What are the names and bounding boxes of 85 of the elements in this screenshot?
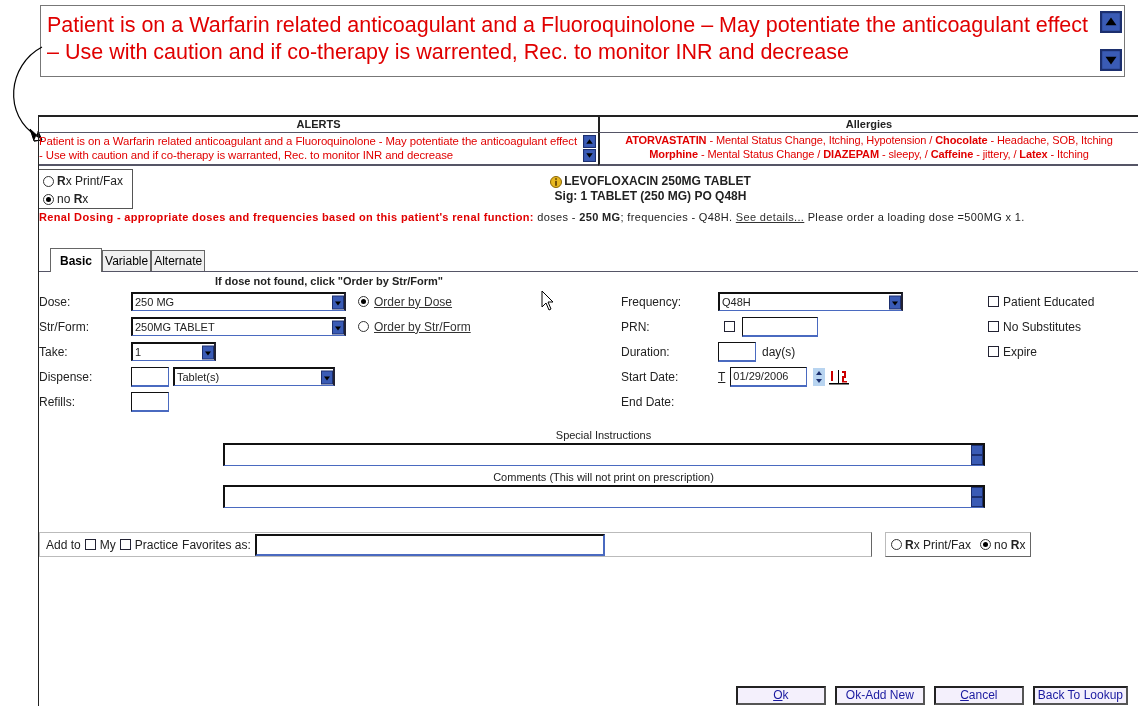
allergy-list: ATORVASTATIN - Mental Status Change, Itching, Hypotension / Chocolate - Headache, SOB, Itching <box>600 133 1138 147</box>
text-area[interactable] <box>222 443 985 466</box>
field-label: Favorites as: <box>182 537 251 552</box>
scroll-down-icon[interactable] <box>583 149 596 163</box>
radio-button[interactable] <box>891 539 902 550</box>
action-button[interactable]: Ok-Add New <box>834 686 925 705</box>
allergy-list: Morphine - Mental Status Change / DIAZEPAM - sleepy, / Caffeine - jittery, / Latex - Itching <box>600 147 1138 161</box>
quantity-field[interactable] <box>131 366 169 387</box>
field-label: Str/Form: <box>39 319 90 334</box>
checkbox-label: Patient Educated <box>1003 294 1095 309</box>
dropdown[interactable]: Q48H <box>718 292 903 311</box>
radio-button[interactable] <box>43 193 54 205</box>
radio-button[interactable] <box>358 321 369 332</box>
dropdown-arrow-icon[interactable] <box>321 369 333 385</box>
radio-label: Rx Print/Fax <box>905 537 972 552</box>
radio-button[interactable] <box>43 175 54 187</box>
checkbox-label: My <box>99 537 116 552</box>
favorites-label: Add to <box>46 537 81 552</box>
field-label: End Date: <box>621 394 676 409</box>
drug-name: LEVOFLOXACIN 250MG TABLET <box>564 174 751 189</box>
unit-label: day(s) <box>762 344 796 359</box>
action-button[interactable]: Back To Lookup <box>1032 686 1128 705</box>
checkbox[interactable] <box>988 346 999 357</box>
dropdown-arrow-icon[interactable] <box>332 319 344 335</box>
calendar-icon[interactable] <box>829 367 850 386</box>
mouse-cursor-icon <box>541 290 555 312</box>
scrollbar-icon[interactable] <box>970 487 983 507</box>
dropdown[interactable]: 250 MG <box>131 292 346 311</box>
radio-button[interactable] <box>358 296 369 307</box>
checkbox-label: Practice <box>134 537 179 552</box>
callout-text: Patient is on a Warfarin related anticoagulant and a Fluoroquinolone – May potentiate the anticoagulant effect – Use with caution and if co-therapy is warrented, Rec. to monitor INR and decrease <box>46 12 1090 66</box>
tab[interactable]: Alternate <box>151 250 206 271</box>
field-label: Special Instructions <box>555 428 652 443</box>
scroll-up-icon[interactable] <box>583 134 596 148</box>
order-option-link[interactable]: Order by Str/Form <box>374 319 471 334</box>
action-button[interactable]: Ok <box>735 686 826 705</box>
text-area[interactable] <box>222 485 985 508</box>
dropdown[interactable]: Tablet(s) <box>173 367 335 386</box>
date-field[interactable]: 01/29/2006 <box>730 366 808 387</box>
hint-text: If dose not found, click "Order by Str/Form" <box>214 274 444 289</box>
dropdown[interactable]: 1 <box>131 342 216 361</box>
drug-sig: Sig: 1 TABLET (250 MG) PO Q48H <box>553 189 748 204</box>
field-label: Duration: <box>621 344 671 359</box>
tab[interactable]: Variable <box>102 250 152 271</box>
field-label: Dispense: <box>39 369 94 384</box>
input-field[interactable] <box>131 391 169 412</box>
dropdown-arrow-icon[interactable] <box>202 344 214 360</box>
scrollbar-icon[interactable] <box>970 445 983 465</box>
field-label: Dose: <box>39 294 72 309</box>
field-label: Comments (This will not print on prescription) <box>493 470 714 485</box>
input-field[interactable] <box>742 316 818 337</box>
checkbox[interactable] <box>119 539 131 550</box>
details-link[interactable]: See details... <box>735 211 805 223</box>
alert-message: Patient is on a Warfarin related anticoagulant and a Fluoroquinolone - May potentiate the anticoagulant effect - Use with caution and if co-therapy is warranted, Rec. to monitor INR and decrease <box>39 134 578 163</box>
scroll-up-icon[interactable] <box>1100 10 1122 34</box>
field-label: Frequency: <box>621 294 683 309</box>
tab[interactable]: Basic <box>50 248 103 272</box>
spinner-icon[interactable] <box>813 367 826 386</box>
checkbox[interactable] <box>988 296 999 307</box>
radio-label: no Rx <box>57 192 89 206</box>
input-field[interactable] <box>718 341 756 362</box>
checkbox-label: Expire <box>1003 344 1037 359</box>
allergies-header: Allergies <box>598 117 1138 133</box>
field-label: Start Date: <box>621 369 680 384</box>
checkbox[interactable] <box>84 539 96 550</box>
info-icon <box>550 175 563 188</box>
today-link[interactable]: T <box>718 369 726 384</box>
field-label: Refills: <box>39 394 76 409</box>
order-option-link[interactable]: Order by Dose <box>374 294 453 309</box>
checkbox[interactable] <box>724 321 735 332</box>
favorite-name-field[interactable] <box>254 533 605 556</box>
checkbox-label: No Substitutes <box>1003 319 1082 334</box>
radio-button[interactable] <box>980 539 992 550</box>
alerts-header: ALERTS <box>39 117 598 133</box>
action-button[interactable]: Cancel <box>933 686 1024 705</box>
scroll-down-icon[interactable] <box>1100 48 1122 72</box>
dropdown-arrow-icon[interactable] <box>332 294 344 310</box>
dropdown[interactable]: 250MG TABLET <box>131 317 346 336</box>
radio-label: no Rx <box>994 537 1026 552</box>
field-label: Take: <box>39 344 69 359</box>
dropdown-arrow-icon[interactable] <box>889 294 901 310</box>
renal-dosing-note: Renal Dosing - appropriate doses and frequencies based on this patient's renal function: doses - 250 MG; frequencies - Q48H. See details... Please order a loading dose =500MG x 1. <box>39 211 1026 223</box>
field-label: PRN: <box>621 319 651 334</box>
checkbox[interactable] <box>988 321 999 332</box>
radio-label: Rx Print/Fax <box>57 174 124 188</box>
